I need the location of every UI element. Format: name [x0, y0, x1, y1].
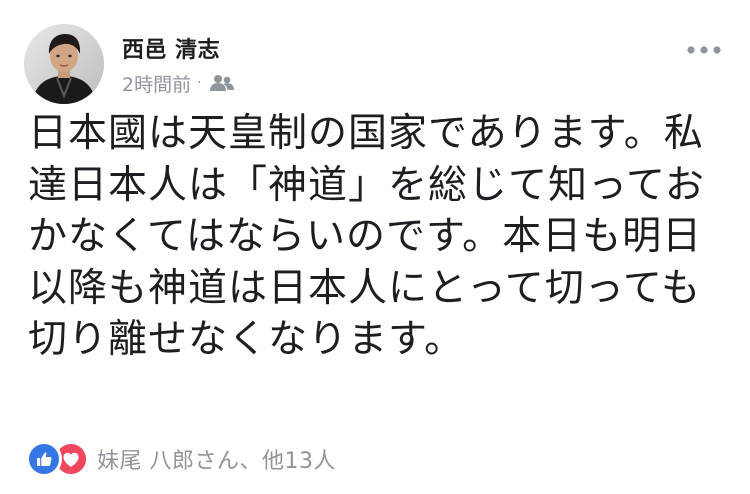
meta-separator: · — [197, 75, 202, 91]
post-header: 西邑 清志 2時間前 · — [24, 24, 724, 106]
post-card: 西邑 清志 2時間前 · 日本國は天皇制の国家であります。私達日本人は「神道」を… — [0, 0, 750, 494]
reactions-summary[interactable]: 妹尾 八郎さん、他13人 — [97, 443, 336, 475]
avatar-image — [24, 24, 104, 104]
friends-icon[interactable] — [209, 74, 235, 92]
post-timestamp[interactable]: 2時間前 — [122, 70, 191, 97]
post-body-text: 日本國は天皇制の国家であります。私達日本人は「神道」を総じて知っておかなくてはな… — [28, 111, 705, 362]
post-meta: 2時間前 · — [122, 70, 235, 96]
like-icon — [26, 441, 62, 477]
more-options-icon[interactable] — [684, 38, 724, 62]
avatar[interactable] — [24, 24, 104, 104]
reactions-bar[interactable]: 妹尾 八郎さん、他13人 — [26, 438, 336, 480]
author-name[interactable]: 西邑 清志 — [122, 32, 220, 64]
